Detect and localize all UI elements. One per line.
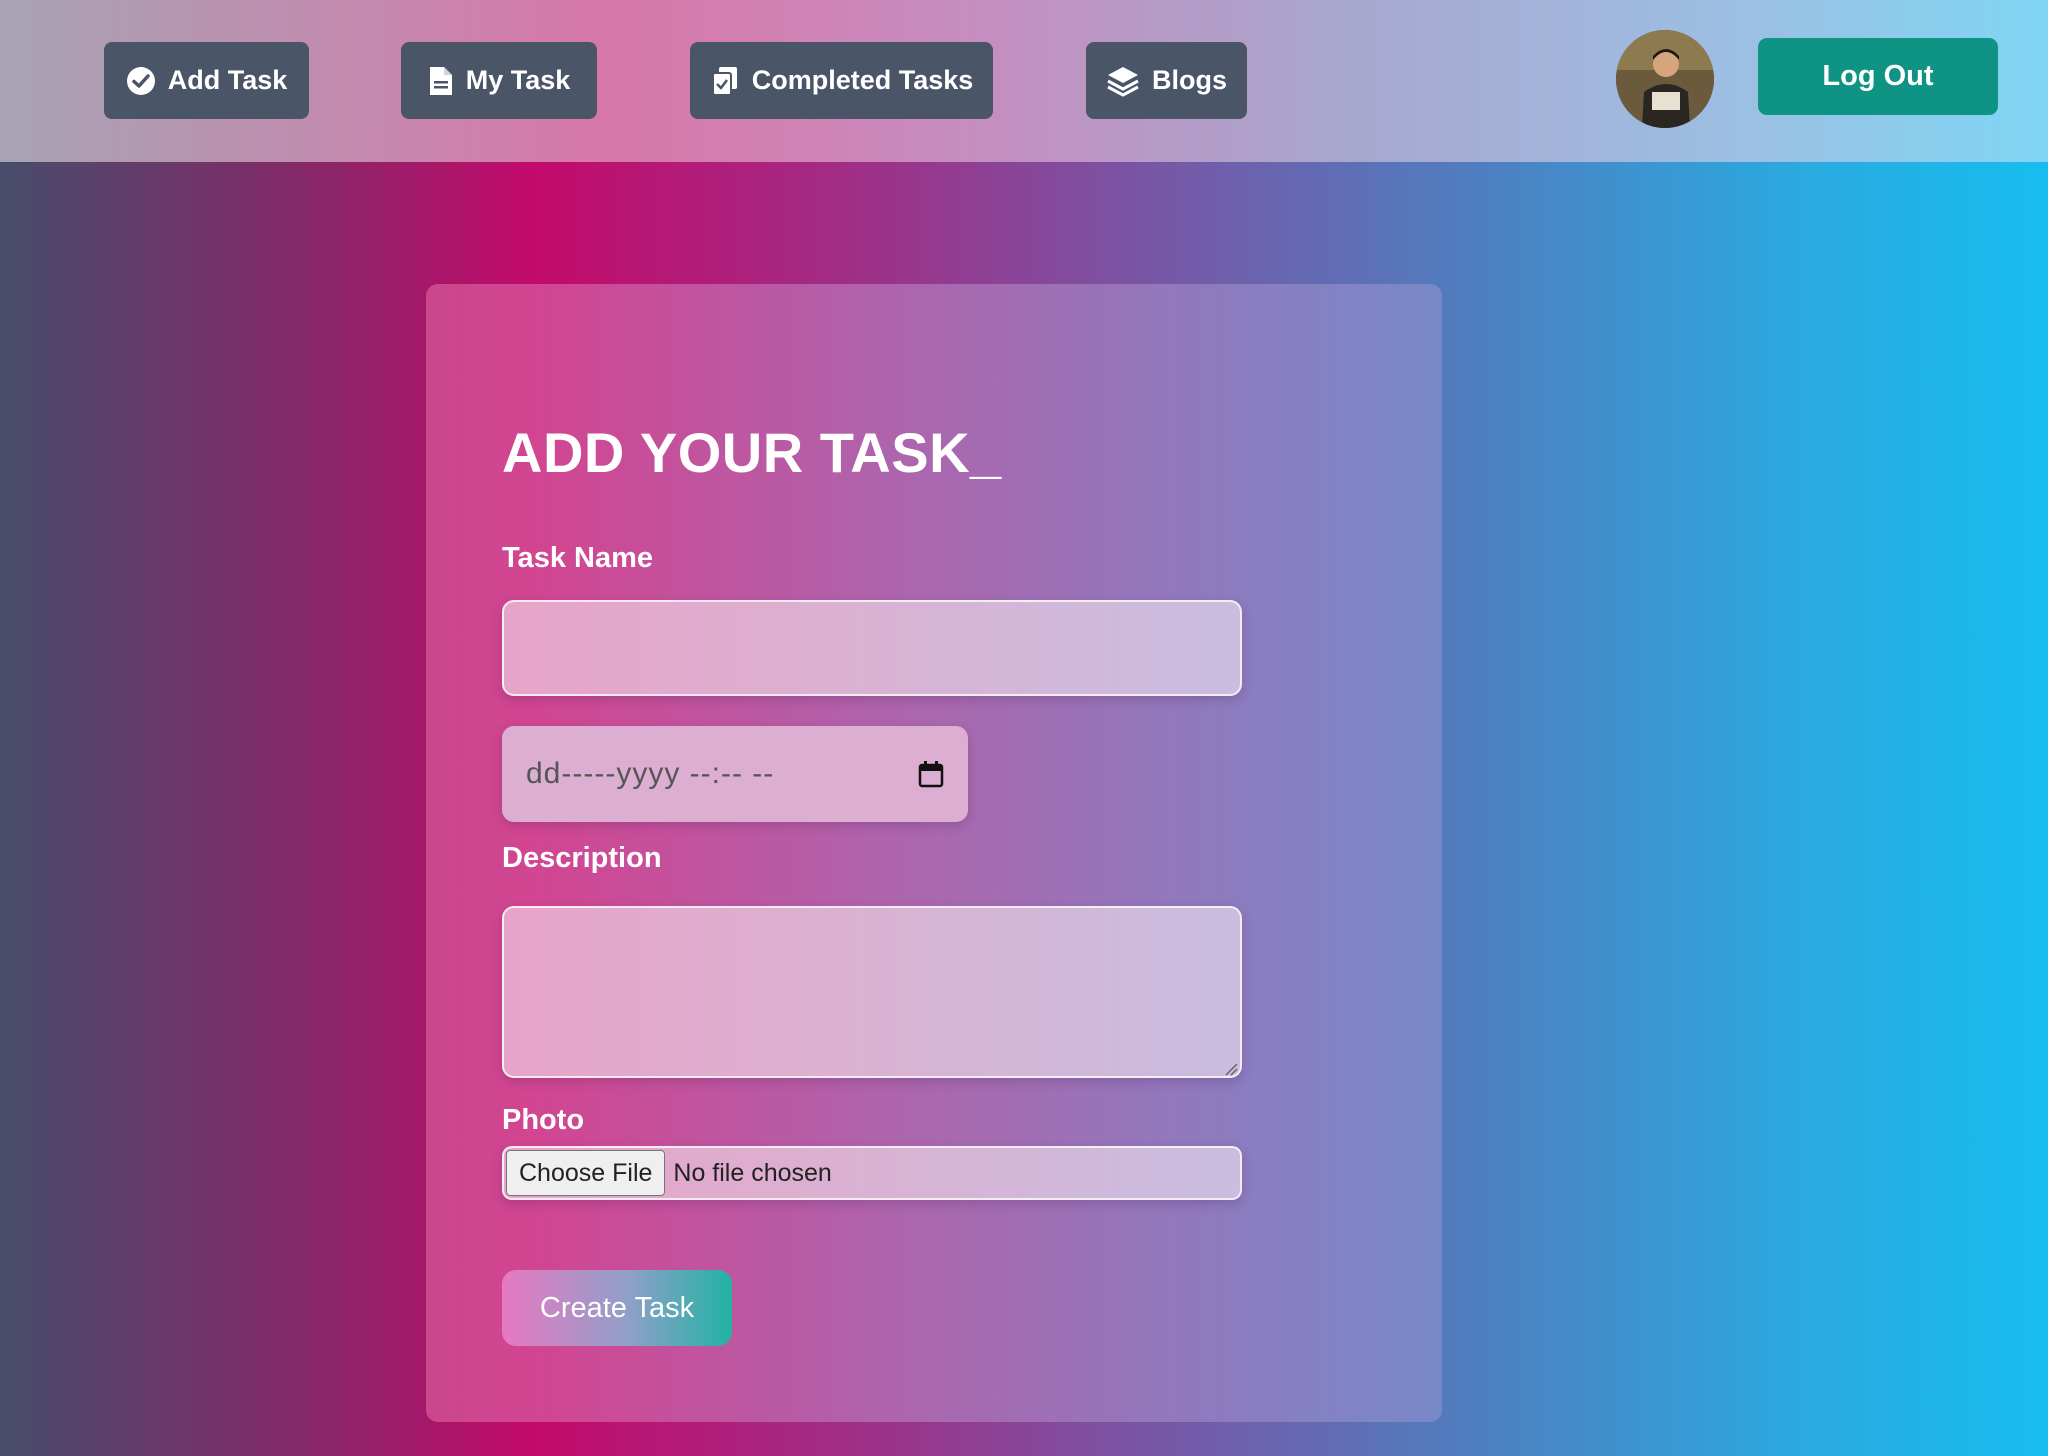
- completed-tasks-button[interactable]: Completed Tasks: [690, 42, 993, 119]
- logout-button[interactable]: Log Out: [1758, 38, 1998, 115]
- description-label: Description: [502, 842, 662, 874]
- add-task-label: Add Task: [167, 65, 288, 95]
- task-name-label: Task Name: [502, 542, 653, 574]
- clipboard-check-icon: [711, 66, 737, 96]
- my-task-button[interactable]: My Task: [401, 42, 597, 119]
- blogs-label: Blogs: [1151, 65, 1227, 95]
- top-navbar: Add Task My Task Completed Tasks Blogs L…: [0, 0, 2048, 162]
- completed-tasks-label: Completed Tasks: [751, 65, 974, 95]
- photo-file-input[interactable]: Choose File No file chosen: [502, 1146, 1242, 1200]
- task-name-input[interactable]: [502, 600, 1242, 696]
- file-status-text: No file chosen: [673, 1158, 832, 1187]
- document-icon: [429, 66, 452, 95]
- resize-handle-icon[interactable]: [1224, 1062, 1238, 1076]
- check-circle-icon: [126, 66, 155, 95]
- form-title: ADD YOUR TASK_: [502, 421, 1002, 484]
- description-textarea[interactable]: [502, 906, 1242, 1078]
- choose-file-button[interactable]: Choose File: [506, 1150, 666, 1196]
- blogs-button[interactable]: Blogs: [1086, 42, 1247, 119]
- datetime-placeholder: dd-----yyyy --:-- --: [526, 757, 775, 790]
- photo-label: Photo: [502, 1104, 585, 1136]
- my-task-label: My Task: [465, 65, 571, 95]
- add-task-form: ADD YOUR TASK_ Task Name dd-----yyyy --:…: [426, 284, 1442, 1422]
- user-avatar[interactable]: [1616, 30, 1714, 128]
- calendar-icon[interactable]: [918, 760, 944, 788]
- datetime-input[interactable]: dd-----yyyy --:-- --: [502, 726, 968, 822]
- avatar-image: [1616, 30, 1714, 128]
- layers-icon: [1107, 66, 1139, 97]
- add-task-button[interactable]: Add Task: [104, 42, 309, 119]
- create-task-button[interactable]: Create Task: [502, 1270, 732, 1346]
